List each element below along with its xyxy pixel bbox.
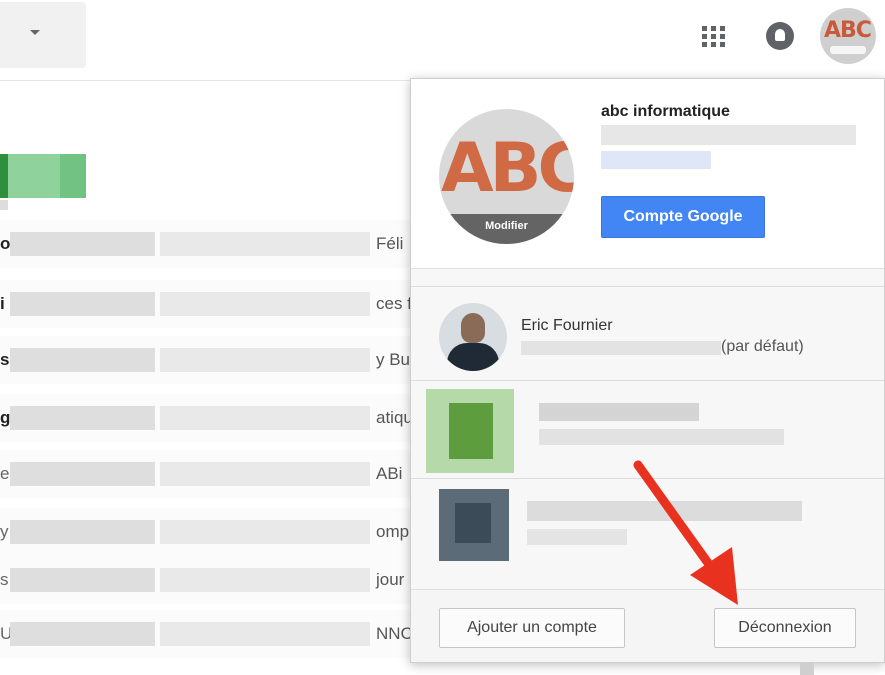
eric-avatar <box>439 303 507 371</box>
mail-row-subject-fragment: ABi <box>376 464 403 483</box>
blurred-sender <box>10 622 155 646</box>
red-arrow-annotation <box>633 460 738 605</box>
mail-row-subject-fragment: jour <box>376 570 405 589</box>
blurred-sender <box>10 520 155 544</box>
mail-row[interactable]: U NNC <box>0 610 413 658</box>
blurred-subject <box>160 568 370 592</box>
arrow-head <box>690 547 738 605</box>
apps-grid-icon[interactable] <box>700 24 725 48</box>
mail-row-sender-fragment: s <box>0 350 10 369</box>
eric-body <box>447 343 499 371</box>
mail-row-subject-fragment: y Bu <box>376 350 411 369</box>
mail-row-subject-fragment: omp <box>376 522 410 541</box>
blurred-name <box>539 403 699 421</box>
mail-row[interactable]: s jour <box>0 556 410 604</box>
current-account-section: ABC Modifier abc informatique Compte Goo… <box>411 79 884 269</box>
blurred-sender <box>10 348 155 372</box>
mail-row-subject-fragment: ces f <box>376 294 412 313</box>
avatar-logo-text: ABC <box>824 18 872 43</box>
blurred-subject <box>160 520 370 544</box>
mail-row[interactable]: o Féli <box>0 220 410 268</box>
caret-down-icon <box>30 30 40 35</box>
blurred-sender <box>10 462 155 486</box>
mail-row-sender-fragment: o <box>0 234 11 253</box>
blurred-subject <box>160 462 370 486</box>
scrollbar-thumb[interactable] <box>800 663 814 675</box>
search-options-dropdown[interactable] <box>0 2 86 68</box>
blurred-avatar-center <box>449 403 493 459</box>
mail-row-sender-fragment: e <box>0 464 10 483</box>
mail-row[interactable]: y omp <box>0 508 410 556</box>
gmail-page: ABC o Féli i ces f s y Bu g atiqu e ABi y omp s jour U… <box>0 0 885 675</box>
blurred-avatar-center <box>455 503 491 543</box>
blurred-subject <box>160 232 370 256</box>
blurred-sender <box>10 292 155 316</box>
blurred-sender <box>10 232 155 256</box>
mail-row-subject-fragment: atiqu <box>376 408 413 427</box>
default-account-label: (par défaut) <box>721 338 804 355</box>
mail-row-sender-fragment: s <box>0 570 9 589</box>
mail-row-subject-fragment: Féli <box>376 234 404 253</box>
mail-row[interactable]: g atiqu <box>0 394 413 442</box>
blurred-subject <box>160 348 370 372</box>
account-email-blurred <box>521 341 721 355</box>
modify-photo-label[interactable]: Modifier <box>439 214 574 244</box>
mail-row-sender-fragment: i <box>0 294 5 313</box>
account-avatar-button[interactable]: ABC <box>820 8 876 64</box>
google-account-button[interactable]: Compte Google <box>601 196 765 238</box>
account-name: Eric Fournier <box>521 317 613 334</box>
label-chip-blurred <box>0 154 86 198</box>
current-account-avatar[interactable]: ABC Modifier <box>439 109 574 244</box>
blurred-subject <box>160 622 370 646</box>
mail-row-subject-fragment: NNC <box>376 624 413 643</box>
privacy-link-blurred[interactable] <box>601 151 711 169</box>
blurred-chip <box>0 200 8 210</box>
list-divider <box>0 80 420 81</box>
blurred-sender <box>10 406 155 430</box>
current-account-email-blurred <box>601 125 856 145</box>
blurred-subject <box>160 292 370 316</box>
avatar-logo-tag <box>830 46 866 54</box>
eric-head <box>461 313 485 343</box>
mail-row[interactable]: i ces f <box>0 280 412 328</box>
blurred-sender <box>10 568 155 592</box>
add-account-button[interactable]: Ajouter un compte <box>439 608 625 648</box>
account-row-eric[interactable]: Eric Fournier (par défaut) <box>411 287 884 381</box>
mail-row[interactable]: e ABi <box>0 450 410 498</box>
blurred-email <box>539 429 784 445</box>
arrow-shaft <box>633 460 723 582</box>
notifications-bell-icon[interactable] <box>766 22 794 50</box>
mail-row[interactable]: s y Bu <box>0 336 410 384</box>
blurred-subject <box>160 406 370 430</box>
account-row-partial <box>411 269 884 287</box>
avatar-logo-text: ABC <box>441 129 574 208</box>
current-account-name: abc informatique <box>601 103 730 120</box>
mail-row-sender-fragment: g <box>0 408 11 427</box>
mail-row-sender-fragment: y <box>0 522 9 541</box>
blurred-email <box>527 529 627 545</box>
